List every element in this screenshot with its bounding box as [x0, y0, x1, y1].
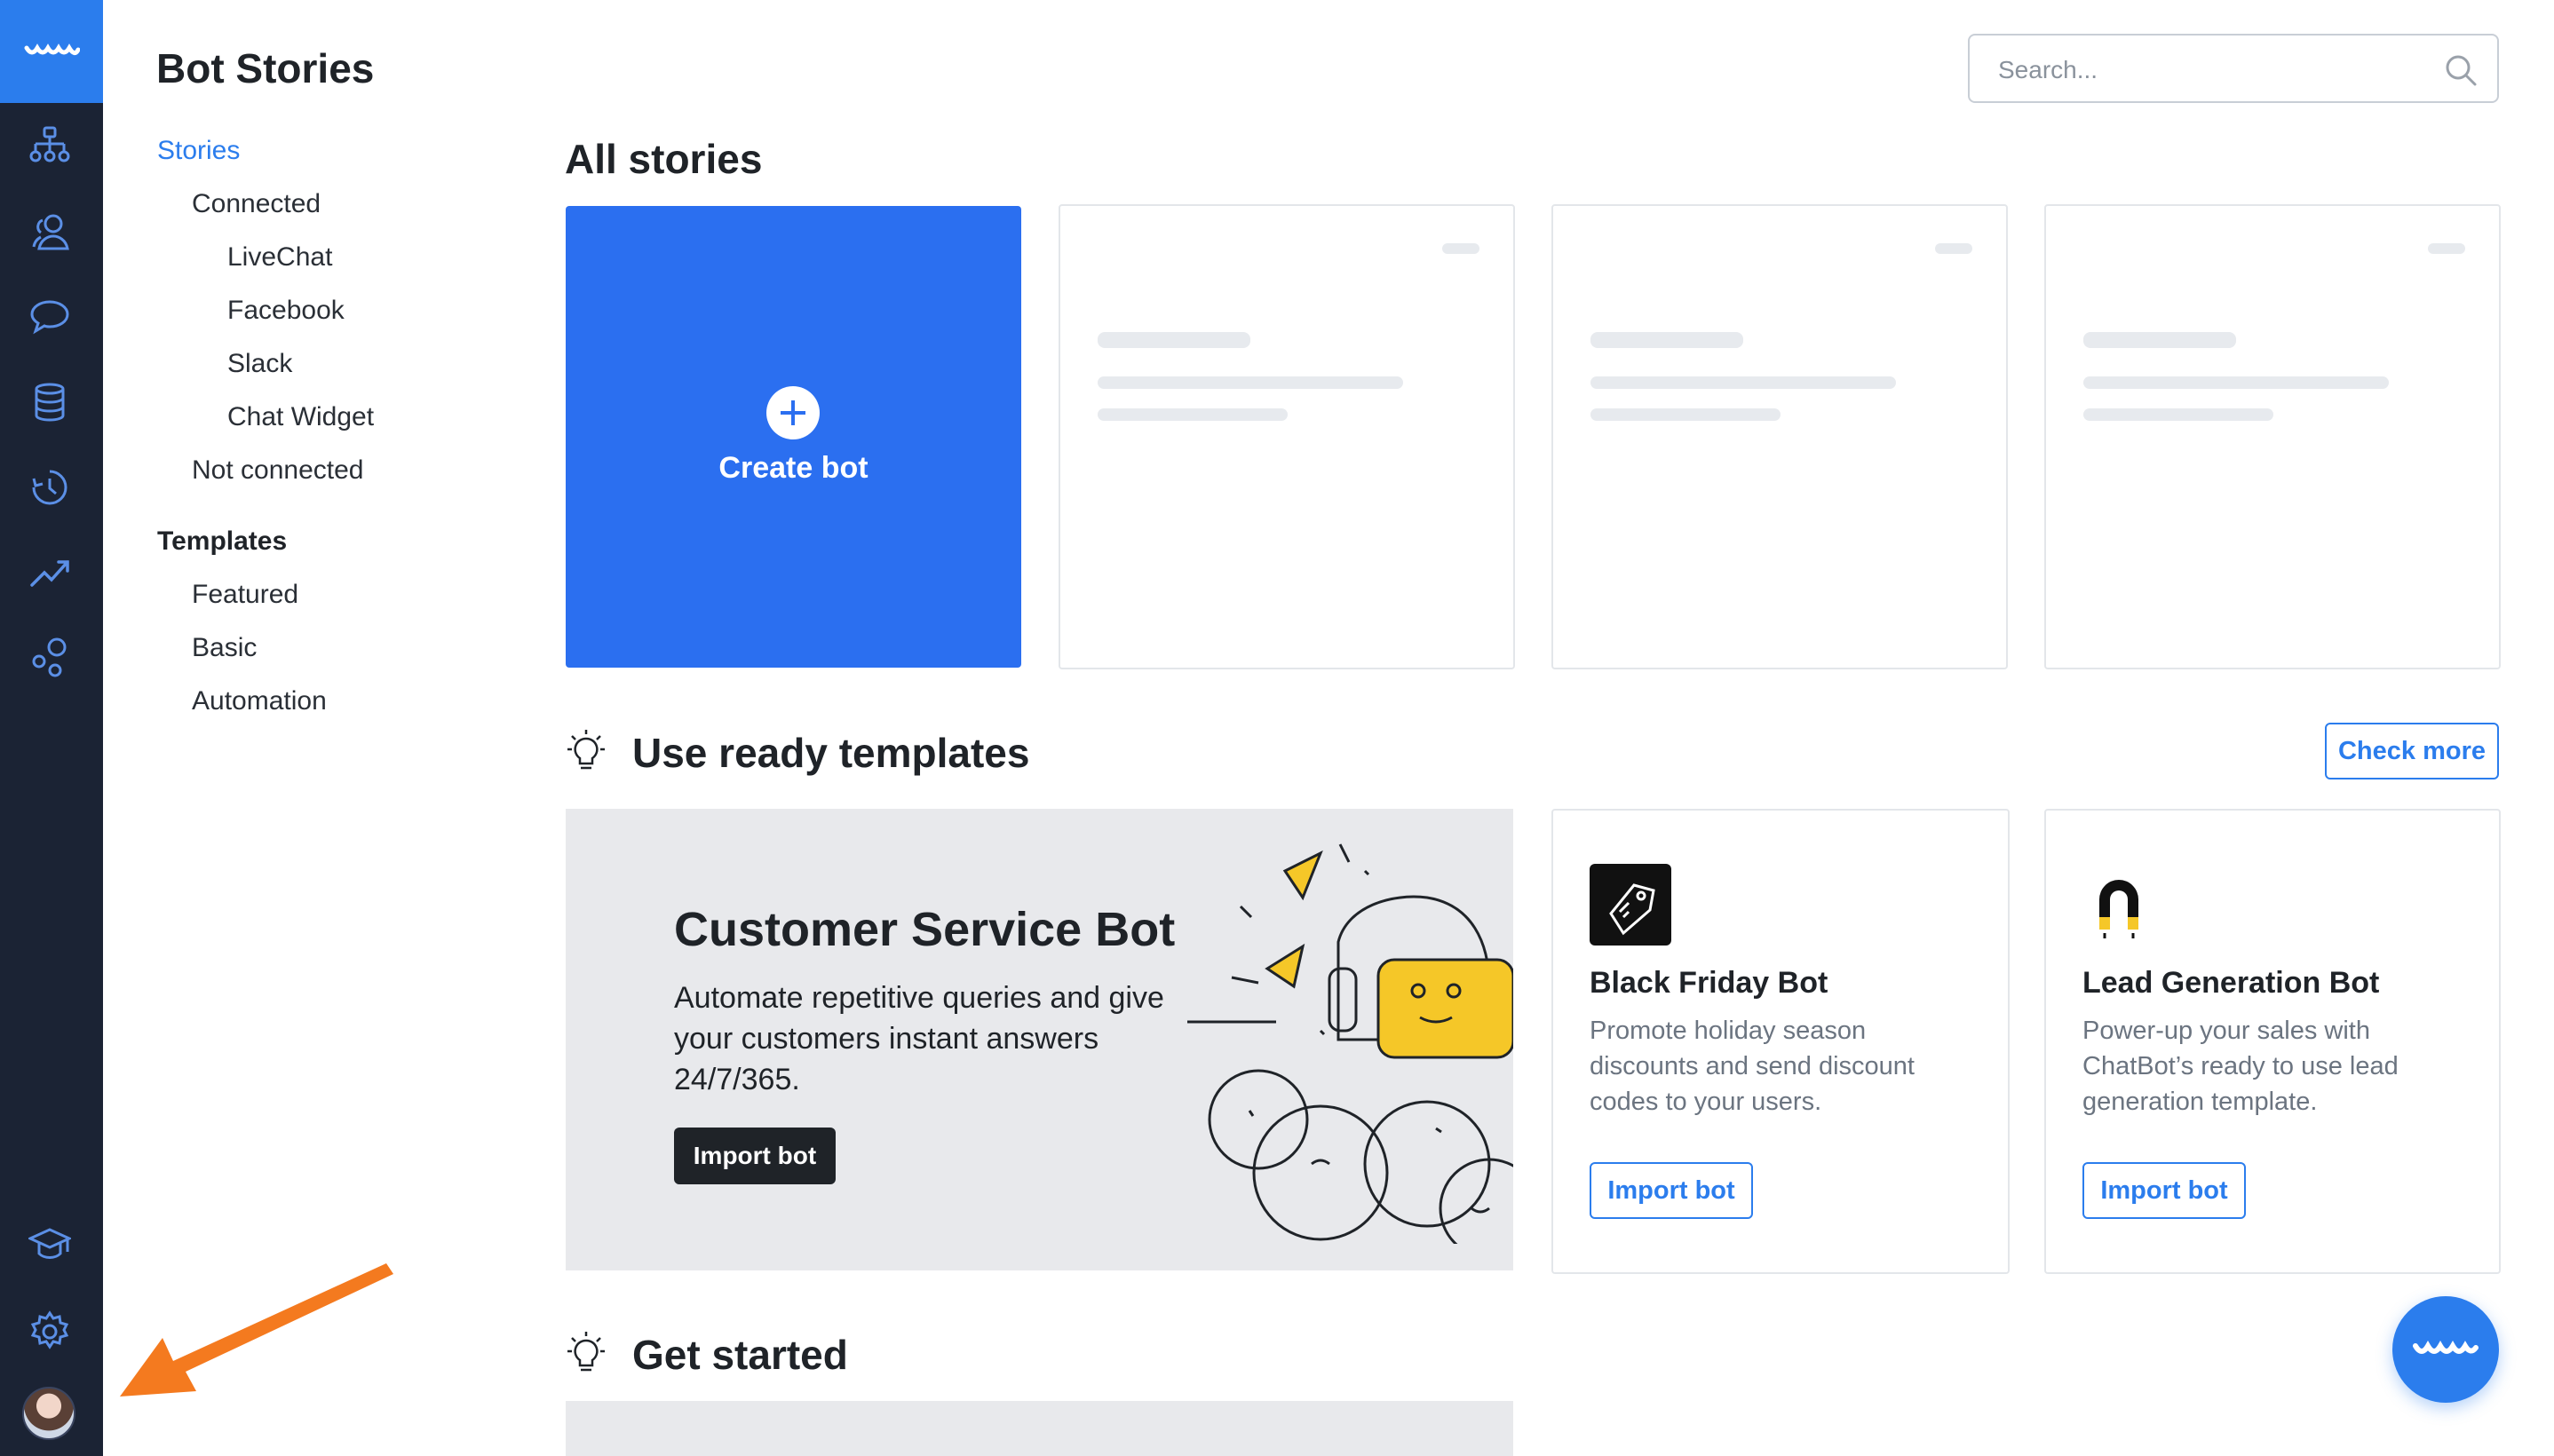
nav-not-connected[interactable]: Not connected	[192, 455, 363, 486]
lightbulb-icon	[567, 730, 605, 770]
all-stories-heading: All stories	[565, 136, 763, 182]
template-card-lead-generation[interactable]: Lead Generation Bot Power-up your sales …	[2044, 809, 2501, 1274]
story-placeholder-card	[1551, 204, 2008, 669]
page-title: Bot Stories	[156, 45, 375, 91]
stories-sidebar: Bot Stories Stories Connected LiveChat F…	[103, 0, 529, 1456]
search-input[interactable]	[1996, 51, 2417, 89]
nav-connected[interactable]: Connected	[192, 189, 321, 219]
template-card-black-friday[interactable]: Black Friday Bot Promote holiday season …	[1551, 809, 2010, 1274]
lightbulb-icon	[567, 1332, 605, 1372]
nav-stories[interactable]: Stories	[157, 136, 240, 166]
sitemap-icon[interactable]	[25, 122, 75, 171]
use-templates-heading: Use ready templates	[632, 730, 1030, 776]
chat-icon[interactable]	[25, 292, 75, 342]
template-title: Lead Generation Bot	[2082, 966, 2380, 1000]
search-icon[interactable]	[2444, 53, 2478, 87]
analytics-icon[interactable]	[25, 548, 75, 597]
story-placeholder-card	[2044, 204, 2501, 669]
banner-import-button[interactable]: Import bot	[674, 1128, 836, 1184]
chatbot-logo-icon[interactable]	[0, 0, 103, 103]
import-bot-button[interactable]: Import bot	[2082, 1162, 2246, 1219]
user-avatar[interactable]	[22, 1387, 75, 1440]
get-started-heading: Get started	[632, 1332, 848, 1378]
banner-description: Automate repetitive queries and give you…	[674, 981, 1164, 1096]
price-tag-icon	[1590, 864, 1671, 946]
create-bot-label: Create bot	[718, 451, 869, 485]
chat-widget-button[interactable]	[2392, 1296, 2499, 1403]
customer-service-banner[interactable]: Customer Service Bot Automate repetitive…	[566, 809, 1513, 1270]
database-icon[interactable]	[25, 377, 75, 427]
create-bot-card[interactable]: Create bot	[566, 206, 1021, 668]
nav-featured[interactable]: Featured	[192, 580, 298, 610]
get-started-card[interactable]	[566, 1401, 1513, 1456]
annotation-arrow	[120, 1263, 393, 1397]
template-description: Power-up your sales with ChatBot’s ready…	[2082, 1017, 2399, 1116]
users-icon[interactable]	[25, 207, 75, 257]
story-placeholder-card	[1059, 204, 1515, 669]
nav-chat-widget[interactable]: Chat Widget	[227, 402, 374, 432]
settings-gear-icon[interactable]	[25, 1307, 75, 1357]
import-bot-button[interactable]: Import bot	[1590, 1162, 1753, 1219]
history-clock-icon[interactable]	[25, 463, 75, 512]
template-title: Black Friday Bot	[1590, 966, 1828, 1000]
nav-templates[interactable]: Templates	[157, 526, 287, 557]
check-more-button[interactable]: Check more	[2325, 723, 2499, 779]
magnet-icon	[2099, 880, 2138, 938]
search-box	[1968, 34, 2499, 103]
integrations-icon[interactable]	[25, 633, 75, 683]
plus-icon	[766, 386, 820, 439]
nav-slack[interactable]: Slack	[227, 349, 292, 379]
icon-rail	[0, 0, 103, 1456]
chatbot-wave-icon	[2413, 1341, 2479, 1354]
nav-livechat[interactable]: LiveChat	[227, 242, 332, 273]
robot-illustration	[1187, 843, 1513, 1244]
academy-cap-icon[interactable]	[25, 1221, 75, 1270]
banner-title: Customer Service Bot	[674, 903, 1176, 956]
nav-automation[interactable]: Automation	[192, 686, 327, 716]
nav-facebook[interactable]: Facebook	[227, 296, 345, 326]
nav-basic[interactable]: Basic	[192, 633, 257, 663]
template-description: Promote holiday season discounts and sen…	[1590, 1017, 1915, 1116]
